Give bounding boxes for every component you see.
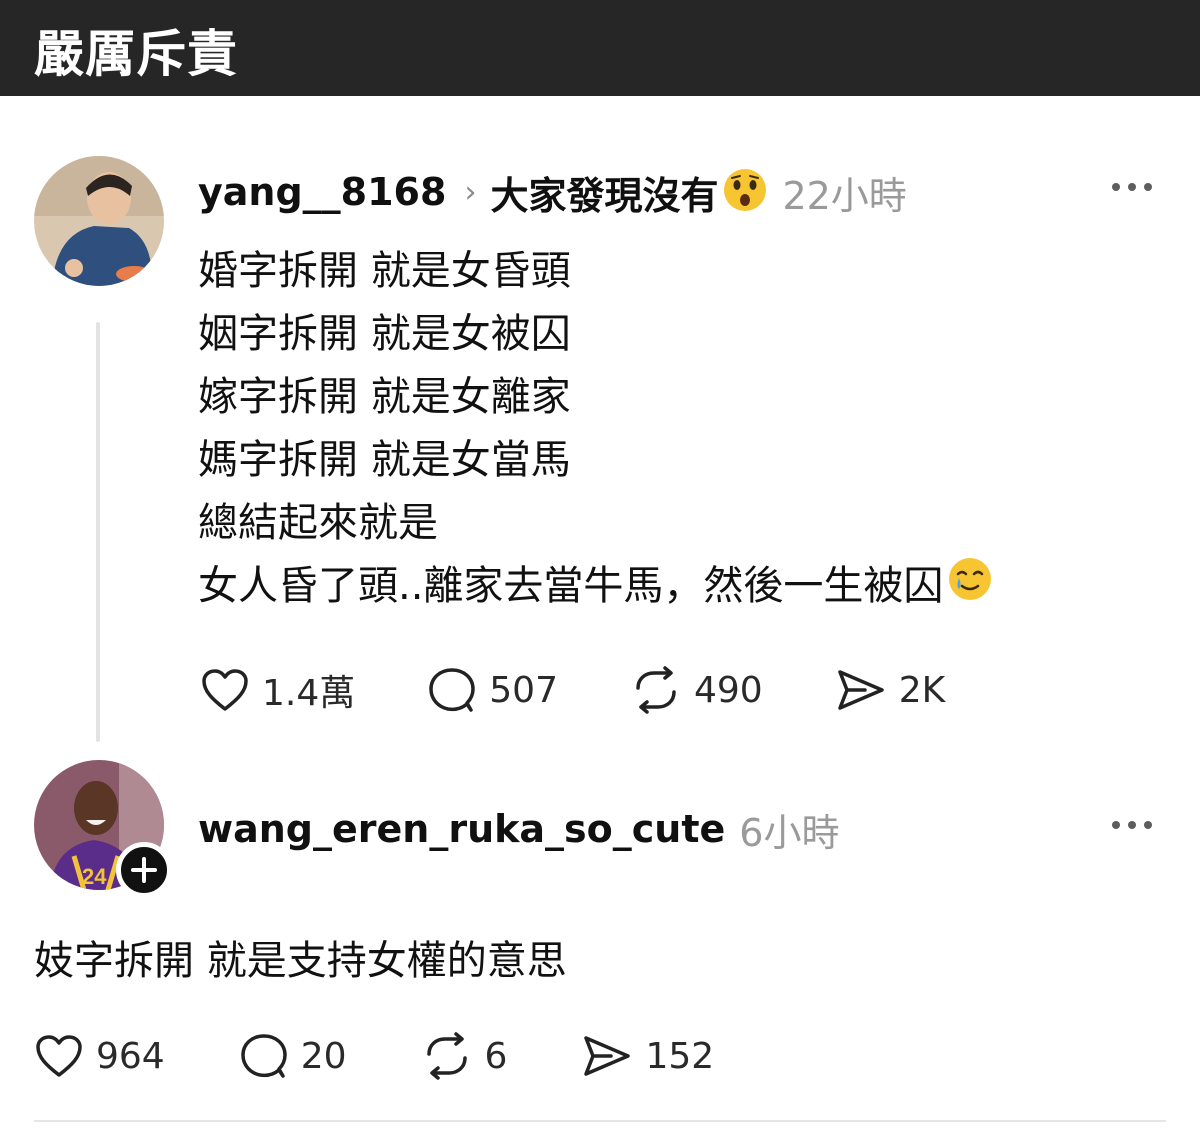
avatar[interactable]: [34, 156, 164, 286]
follow-plus-button[interactable]: [116, 842, 172, 898]
more-options-icon[interactable]: [1112, 181, 1152, 193]
comment-count: 20: [300, 1035, 347, 1077]
comment-bubble-icon: [429, 668, 476, 712]
repost-icon: [636, 666, 676, 714]
like-count: 964: [96, 1035, 165, 1077]
heart-icon: [36, 1035, 82, 1077]
comment-count: 507: [489, 669, 558, 711]
post-line-last: 女人昏了頭..離家去當牛馬，然後一生被囚: [198, 555, 1158, 618]
page-title: 嚴厲斥責: [34, 25, 238, 83]
reply-actions: 964 20 6 152: [34, 1030, 714, 1082]
reply-header: wang_eren_ruka_so_cute 6小時: [198, 803, 839, 855]
send-icon: [837, 670, 884, 710]
top-bar: 嚴厲斥責: [0, 0, 1200, 96]
smiling-face-with-tear-icon: [947, 556, 993, 621]
share-count: 152: [645, 1035, 715, 1077]
thread-line: [96, 322, 100, 742]
repost-button[interactable]: 6: [421, 1032, 508, 1080]
astonished-face-icon: [722, 167, 768, 217]
post-line: 總結起來就是: [198, 500, 438, 546]
post-actions: 1.4萬 507 490 2K: [200, 664, 945, 716]
more-options-icon[interactable]: [1112, 819, 1152, 831]
reply-text: 妓字拆開 就是支持女權的意思: [34, 938, 567, 984]
reply-target-link[interactable]: 大家發現沒有: [490, 165, 718, 220]
repost-count: 6: [484, 1035, 508, 1077]
post-line: 姻字拆開 就是女被囚: [198, 311, 571, 357]
user-photo: [34, 156, 164, 286]
reply-time: 6小時: [739, 810, 840, 855]
plus-icon: [131, 857, 157, 883]
reply-username[interactable]: wang_eren_ruka_so_cute: [198, 807, 725, 851]
share-count: 2K: [898, 669, 946, 711]
post-line: 婚字拆開 就是女昏頭: [198, 248, 571, 294]
send-icon: [584, 1036, 631, 1076]
repost-count: 490: [693, 669, 763, 711]
like-button[interactable]: 1.4萬: [200, 664, 355, 716]
like-button[interactable]: 964: [34, 1033, 165, 1079]
repost-icon: [426, 1032, 467, 1080]
like-count: 1.4萬: [262, 673, 356, 714]
post-body: 婚字拆開 就是女昏頭 姻字拆開 就是女被囚 嫁字拆開 就是女離家 媽字拆開 就是…: [198, 240, 1158, 618]
post-username[interactable]: yang__8168: [198, 170, 446, 214]
chevron-right-icon: ›: [464, 174, 477, 210]
post-header: yang__8168 › 大家發現沒有 22小時: [198, 166, 907, 218]
post-line-text: 女人昏了頭..離家去當牛馬，然後一生被囚: [198, 563, 944, 609]
heart-icon: [202, 669, 248, 711]
post-time: 22小時: [782, 173, 907, 218]
share-button[interactable]: 152: [581, 1032, 714, 1080]
comment-button[interactable]: 20: [239, 1032, 347, 1080]
share-button[interactable]: 2K: [835, 666, 946, 714]
post-line: 嫁字拆開 就是女離家: [198, 374, 571, 420]
svg-text:24: 24: [82, 864, 107, 889]
post-line: 媽字拆開 就是女當馬: [198, 437, 571, 483]
comment-button[interactable]: 507: [427, 666, 558, 714]
divider: [34, 1120, 1166, 1122]
repost-button[interactable]: 490: [630, 666, 763, 714]
comment-bubble-icon: [240, 1034, 287, 1078]
